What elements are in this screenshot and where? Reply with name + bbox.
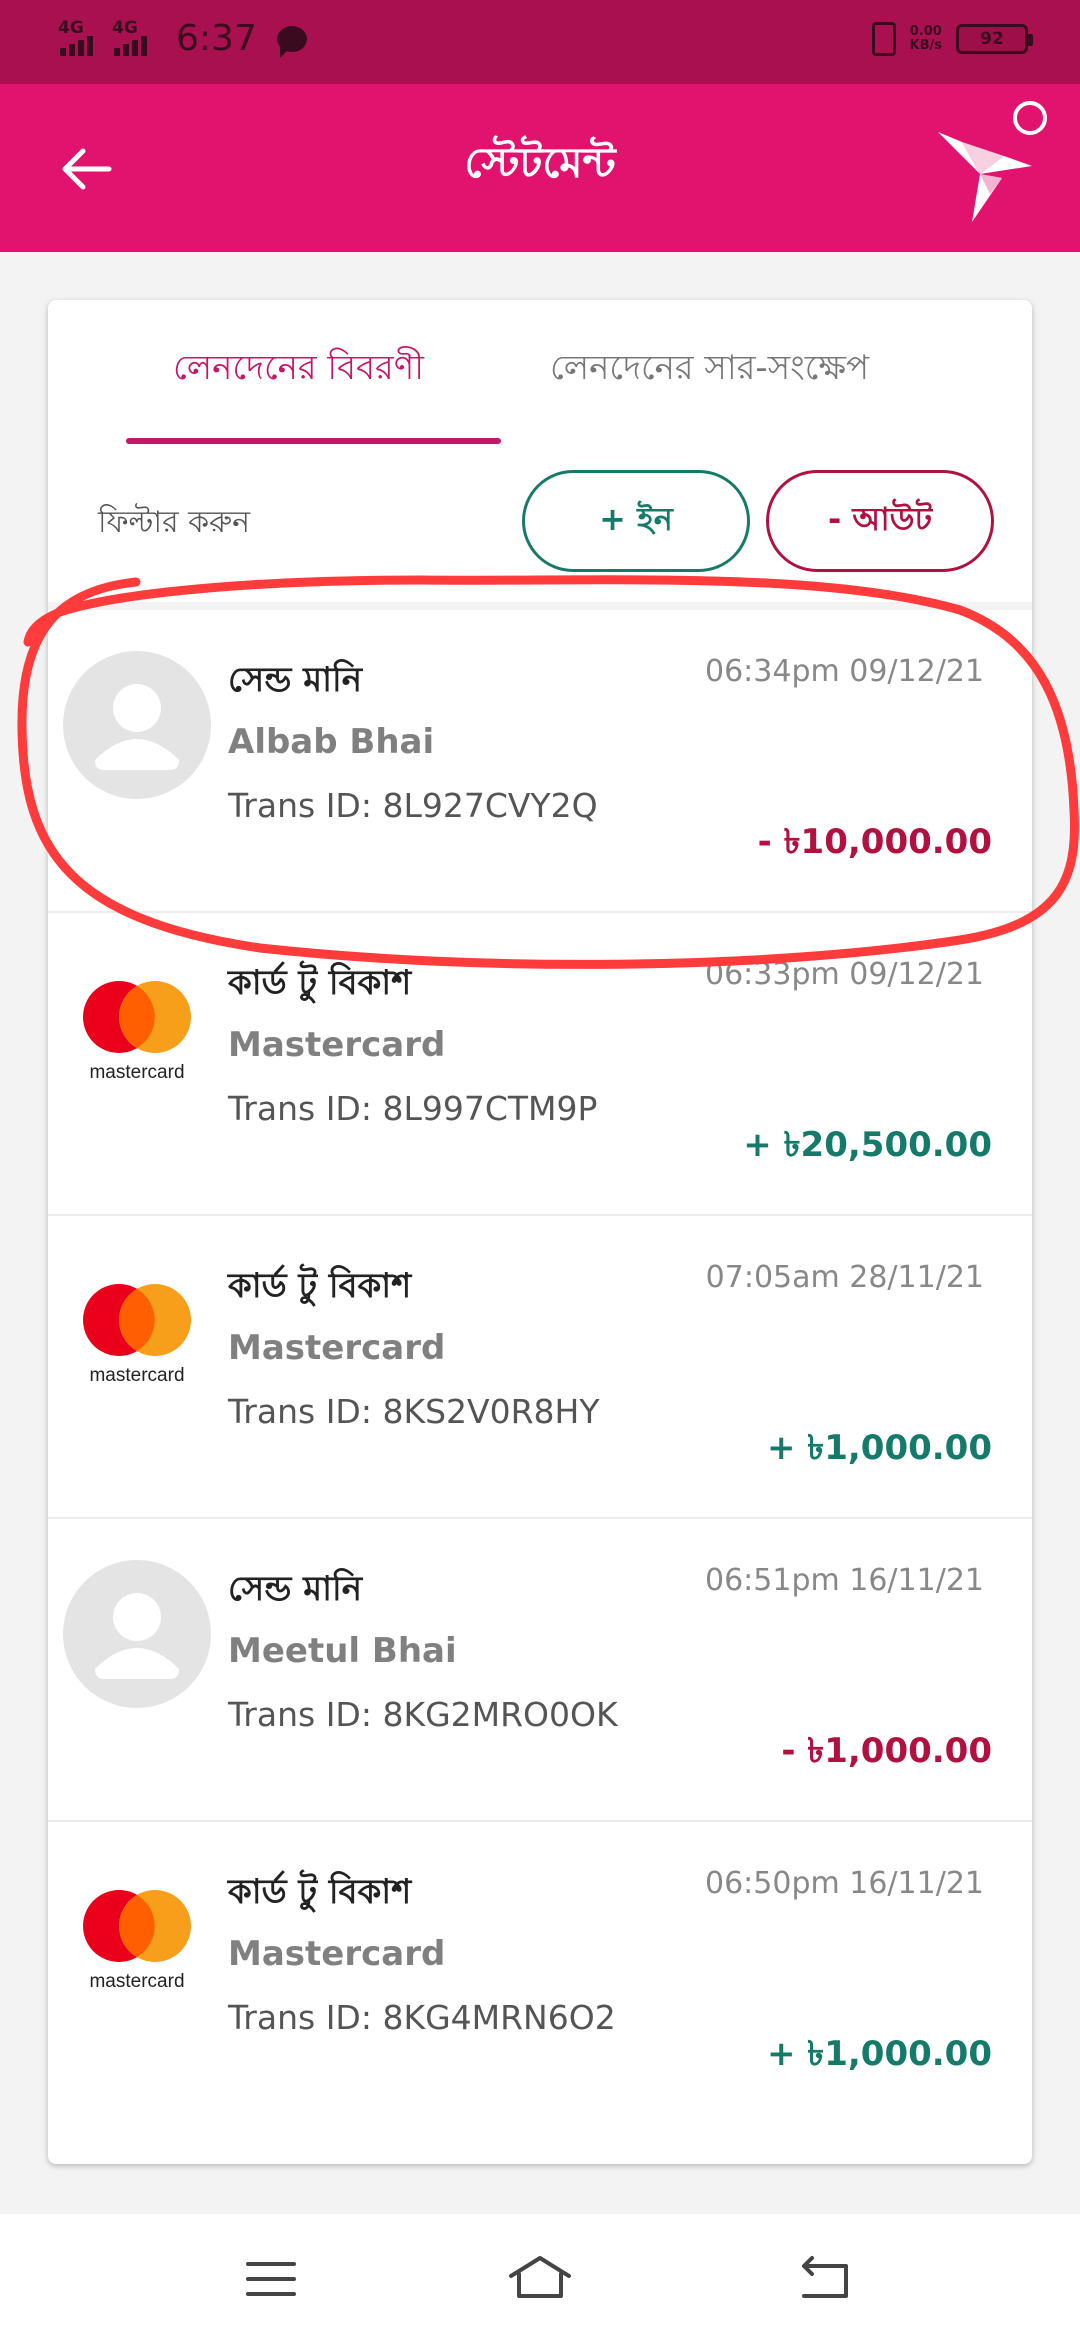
transaction-row[interactable]: mastercard কার্ড টু বিকাশ Mastercard Tra… bbox=[48, 1820, 1032, 2123]
transaction-amount: + ৳1,000.00 bbox=[766, 2034, 992, 2074]
bkash-logo-icon bbox=[938, 101, 1047, 222]
mastercard-logo: mastercard bbox=[83, 1890, 191, 1992]
page-title: স্টেটমেন্ট bbox=[464, 138, 616, 187]
transaction-list: সেন্ড মানি Albab Bhai Trans ID: 8L927CVY… bbox=[48, 602, 1032, 2123]
transaction-type: কার্ড টু বিকাশ bbox=[228, 1266, 412, 1306]
status-right: 0.00 KB/s 92 bbox=[871, 22, 1033, 56]
menu-icon[interactable] bbox=[236, 2244, 306, 2314]
transaction-type: সেন্ড মানি bbox=[228, 660, 362, 700]
transaction-type: কার্ড টু বিকাশ bbox=[228, 1872, 412, 1912]
transaction-row[interactable]: সেন্ড মানি Meetul Bhai Trans ID: 8KG2MRO… bbox=[48, 1517, 1032, 1820]
system-nav-bar bbox=[0, 2214, 1080, 2340]
battery-icon: 92 bbox=[956, 24, 1033, 54]
filter-label: ফিল্টার করুন bbox=[98, 505, 251, 540]
home-icon[interactable] bbox=[505, 2244, 575, 2314]
network-speed: 0.00 KB/s bbox=[910, 25, 942, 53]
network-speed-unit: KB/s bbox=[909, 38, 942, 53]
transaction-id: Trans ID: 8KS2V0R8HY bbox=[228, 1392, 600, 1431]
mastercard-wordmark: mastercard bbox=[89, 1062, 184, 1083]
transaction-party: Mastercard bbox=[228, 1934, 446, 1974]
network-type-2: 4G bbox=[112, 17, 138, 38]
person-avatar-icon bbox=[63, 651, 211, 799]
transaction-amount: - ৳1,000.00 bbox=[781, 1731, 992, 1771]
transaction-amount: + ৳20,500.00 bbox=[743, 1125, 992, 1165]
status-time: 6:37 bbox=[176, 18, 257, 59]
filter-in-button[interactable]: + ইন bbox=[522, 470, 750, 572]
transaction-time: 06:33pm 09/12/21 bbox=[705, 957, 984, 992]
transaction-party: Mastercard bbox=[228, 1328, 446, 1368]
transaction-time: 06:51pm 16/11/21 bbox=[705, 1563, 984, 1598]
network-type-1: 4G bbox=[58, 17, 84, 38]
mastercard-logo: mastercard bbox=[83, 1284, 191, 1386]
back-nav-icon[interactable] bbox=[790, 2244, 860, 2314]
tab-transaction-summary[interactable]: লেনদেনের সার-সংক্ষেপ bbox=[550, 342, 869, 399]
transaction-row[interactable]: mastercard কার্ড টু বিকাশ Mastercard Tra… bbox=[48, 1214, 1032, 1517]
transaction-id: Trans ID: 8L927CVY2Q bbox=[228, 786, 598, 825]
transaction-party: Meetul Bhai bbox=[228, 1631, 457, 1671]
status-bar: 4G 4G 6:37 0.00 KB/s 92 bbox=[0, 0, 1080, 84]
transaction-id: Trans ID: 8KG2MRO0OK bbox=[228, 1695, 618, 1734]
transaction-type: সেন্ড মানি bbox=[228, 1569, 362, 1609]
transaction-row[interactable]: সেন্ড মানি Albab Bhai Trans ID: 8L927CVY… bbox=[48, 602, 1032, 911]
signal-icon: 4G bbox=[58, 18, 100, 56]
filter-out-button[interactable]: - আউট bbox=[766, 470, 994, 572]
transaction-row[interactable]: mastercard কার্ড টু বিকাশ Mastercard Tra… bbox=[48, 911, 1032, 1214]
transaction-amount: + ৳1,000.00 bbox=[766, 1428, 992, 1468]
mastercard-wordmark: mastercard bbox=[89, 1365, 184, 1386]
mastercard-logo: mastercard bbox=[83, 981, 191, 1083]
person-avatar-icon bbox=[63, 1560, 211, 1708]
tab-transaction-details[interactable]: লেনদেনের বিবরণী bbox=[173, 342, 424, 399]
transaction-time: 06:50pm 16/11/21 bbox=[705, 1866, 984, 1901]
transaction-amount: - ৳10,000.00 bbox=[757, 822, 992, 862]
transaction-id: Trans ID: 8L997CTM9P bbox=[228, 1089, 598, 1128]
active-tab-indicator bbox=[126, 438, 501, 444]
tab-bar: লেনদেনের বিবরণী লেনদেনের সার-সংক্ষেপ bbox=[48, 300, 1032, 446]
message-notification-icon bbox=[276, 25, 307, 58]
signal-icon: 4G bbox=[112, 18, 154, 56]
vibrate-icon bbox=[871, 22, 896, 56]
transaction-time: 06:34pm 09/12/21 bbox=[705, 654, 984, 689]
transaction-party: Mastercard bbox=[228, 1025, 446, 1065]
app-bar: স্টেটমেন্ট bbox=[0, 84, 1080, 252]
transaction-party: Albab Bhai bbox=[228, 722, 435, 762]
mastercard-wordmark: mastercard bbox=[89, 1971, 184, 1992]
statement-card: লেনদেনের বিবরণী লেনদেনের সার-সংক্ষেপ ফিল… bbox=[48, 300, 1032, 2164]
transaction-type: কার্ড টু বিকাশ bbox=[228, 963, 412, 1003]
transaction-time: 07:05am 28/11/21 bbox=[705, 1260, 984, 1295]
battery-level: 92 bbox=[980, 29, 1004, 49]
status-left: 4G 4G 6:37 bbox=[58, 18, 307, 59]
transaction-id: Trans ID: 8KG4MRN6O2 bbox=[228, 1998, 616, 2037]
network-speed-value: 0.00 bbox=[909, 24, 942, 39]
